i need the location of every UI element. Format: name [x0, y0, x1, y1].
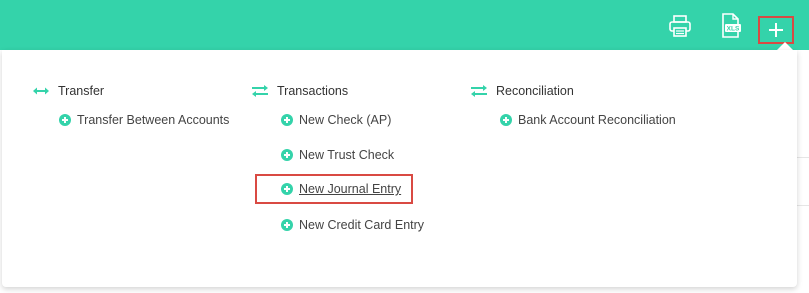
- background-divider: [797, 157, 809, 158]
- add-dropdown-menu: Transfer Transfer Between Accounts Trans…: [2, 50, 797, 287]
- reconciliation-heading: Reconciliation: [470, 84, 574, 98]
- background-divider: [797, 205, 809, 206]
- xls-text: XLS: [727, 26, 740, 33]
- add-circle-icon: [500, 114, 512, 126]
- transfer-heading-label: Transfer: [58, 84, 105, 98]
- print-button[interactable]: [666, 12, 694, 40]
- menu-item-new-credit-card-entry[interactable]: New Credit Card Entry: [281, 218, 424, 232]
- transactions-heading-label: Transactions: [277, 84, 349, 98]
- menu-item-label: New Check (AP): [299, 113, 392, 127]
- xls-export-icon: XLS: [722, 13, 741, 38]
- dropdown-caret: [777, 42, 793, 50]
- two-way-arrow-icon: [33, 87, 49, 95]
- export-xls-button[interactable]: XLS: [717, 12, 745, 40]
- menu-item-transfer-between-accounts[interactable]: Transfer Between Accounts: [59, 113, 229, 127]
- menu-item-label: Transfer Between Accounts: [77, 113, 230, 127]
- add-circle-icon: [281, 149, 293, 161]
- printer-icon: [669, 15, 691, 37]
- menu-item-new-check-ap[interactable]: New Check (AP): [281, 113, 391, 127]
- menu-item-label: Bank Account Reconciliation: [518, 113, 676, 127]
- highlight-box: [255, 174, 413, 204]
- swap-arrows-icon: [471, 85, 487, 97]
- transfer-heading: Transfer: [32, 84, 104, 98]
- top-toolbar: XLS: [0, 0, 809, 50]
- menu-item-label: New Credit Card Entry: [299, 218, 425, 232]
- add-circle-icon: [281, 114, 293, 126]
- transactions-heading: Transactions: [251, 84, 348, 98]
- add-circle-icon: [281, 219, 293, 231]
- add-button[interactable]: [758, 16, 794, 44]
- swap-arrows-icon: [252, 85, 268, 97]
- plus-icon: [769, 23, 783, 37]
- menu-item-label: New Trust Check: [299, 148, 395, 162]
- add-circle-icon: [59, 114, 71, 126]
- menu-item-bank-account-reconciliation[interactable]: Bank Account Reconciliation: [500, 113, 676, 127]
- menu-item-new-trust-check[interactable]: New Trust Check: [281, 148, 394, 162]
- reconciliation-heading-label: Reconciliation: [496, 84, 574, 98]
